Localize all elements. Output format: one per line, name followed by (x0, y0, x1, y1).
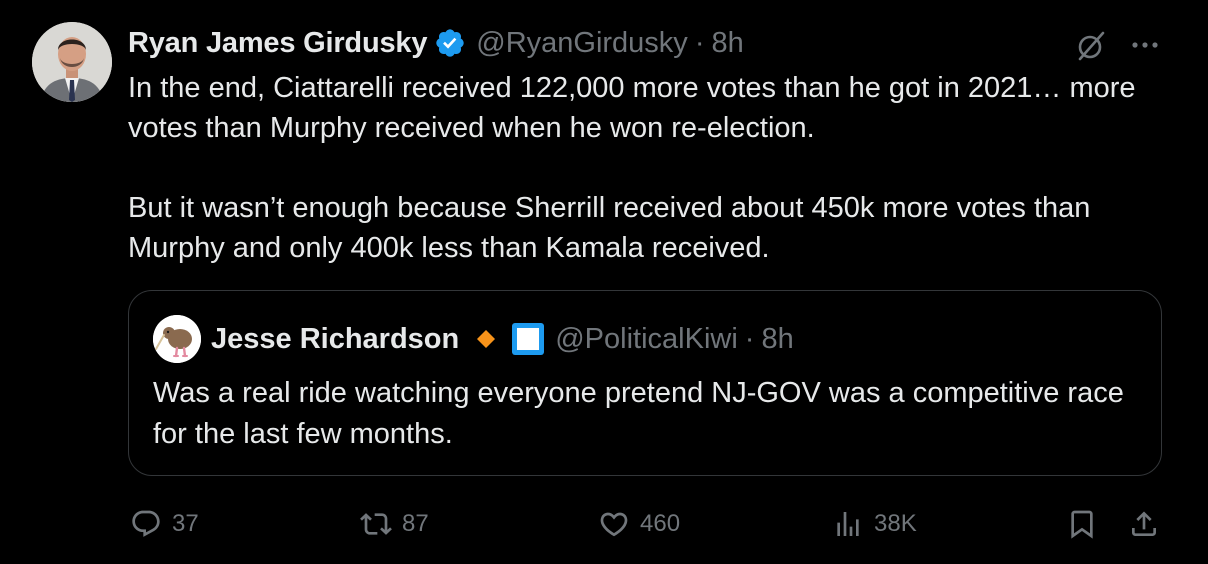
verified-badge-icon (436, 29, 464, 57)
views-button[interactable]: 38K (832, 500, 917, 548)
quoted-tweet[interactable]: Jesse Richardson @PoliticalKiwi · 8h Was… (128, 290, 1162, 476)
like-button[interactable]: 460 (598, 500, 680, 548)
repost-icon (360, 513, 392, 535)
quote-author-name[interactable]: Jesse Richardson (211, 323, 459, 356)
bookmark-button[interactable] (1066, 500, 1108, 548)
grok-icon[interactable] (1075, 30, 1107, 62)
separator-dot: · (694, 26, 705, 59)
quote-author-handle[interactable]: @PoliticalKiwi (555, 323, 738, 356)
tweet: Ryan James Girdusky @RyanGirdusky · 8h I… (0, 0, 1208, 564)
quote-author-avatar[interactable] (153, 315, 201, 363)
author-avatar[interactable] (32, 22, 112, 102)
reply-icon (132, 510, 160, 537)
reply-count: 37 (172, 510, 199, 537)
tweet-text-paragraph-1: In the end, Ciattarelli received 122,000… (128, 72, 1136, 144)
author-handle[interactable]: @RyanGirdusky (476, 27, 688, 60)
share-icon (1132, 511, 1156, 536)
quote-header: Jesse Richardson @PoliticalKiwi · 8h (211, 320, 794, 358)
tweet-header: Ryan James Girdusky @RyanGirdusky · 8h (128, 24, 744, 62)
tweet-text: In the end, Ciattarelli received 122,000… (128, 68, 1188, 268)
square-badge-icon (512, 323, 545, 355)
quote-text: Was a real ride watching everyone preten… (153, 377, 1124, 450)
like-count: 460 (640, 510, 681, 537)
author-name[interactable]: Ryan James Girdusky (128, 27, 427, 60)
views-icon (837, 512, 859, 536)
bookmark-icon (1071, 510, 1093, 539)
like-icon (600, 512, 628, 537)
action-bar: 37 87 460 38K (0, 500, 1208, 548)
diamond-icon (477, 330, 496, 348)
quote-separator-dot: · (744, 322, 755, 355)
repost-count: 87 (402, 510, 429, 537)
quote-time[interactable]: 8h (761, 323, 793, 356)
tweet-time[interactable]: 8h (711, 27, 743, 60)
reply-button[interactable]: 37 (130, 500, 199, 548)
share-button[interactable] (1128, 500, 1170, 548)
views-count: 38K (874, 510, 917, 537)
more-icon[interactable] (1128, 30, 1162, 60)
tweet-text-paragraph-2: But it wasn’t enough because Sherrill re… (128, 192, 1091, 264)
repost-button[interactable]: 87 (360, 500, 429, 548)
